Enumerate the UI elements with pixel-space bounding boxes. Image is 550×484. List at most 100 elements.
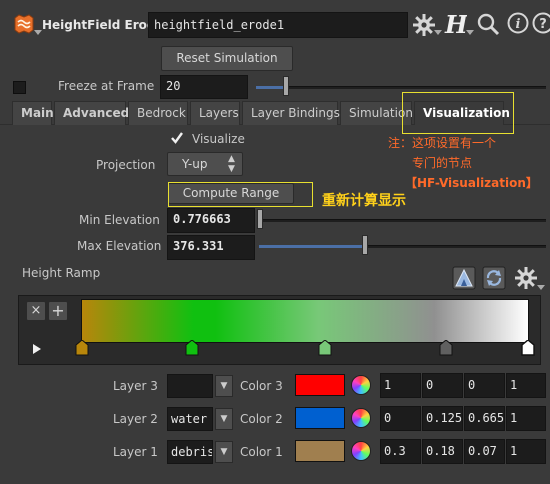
color-swatch[interactable] [295, 374, 345, 396]
color-r-field[interactable]: 1 [380, 373, 421, 398]
color-b-value: 0.665 [468, 411, 505, 425]
color-picker-icon[interactable] [351, 375, 371, 395]
ramp-key-2[interactable] [185, 339, 199, 356]
svg-text:i: i [516, 17, 521, 32]
node-name-field[interactable]: heightfield_erode1 [148, 12, 408, 38]
max-elevation-slider-handle[interactable] [362, 235, 368, 255]
svg-text:?: ? [539, 17, 547, 32]
color-a-value: 1 [510, 378, 518, 392]
play-icon[interactable] [33, 344, 41, 354]
annotation-box-visualization-tab [402, 92, 514, 134]
color-g-field[interactable]: 0 [422, 373, 463, 398]
houdini-h-icon[interactable]: H [443, 10, 469, 39]
up-down-arrows-icon: ▲ ▼ [228, 154, 235, 174]
tab-layer-bindings[interactable]: Layer Bindings [242, 101, 340, 125]
ramp-key-3[interactable] [318, 339, 332, 356]
color-swatch[interactable] [295, 440, 345, 462]
freeze-slider-fill [256, 86, 286, 89]
color-b-field[interactable]: 0 [464, 373, 505, 398]
color-b-field[interactable]: 0.07 [464, 439, 505, 464]
ramp-sync-icon[interactable] [482, 266, 506, 290]
ramp-preset-icon[interactable] [452, 266, 476, 290]
reset-simulation-button[interactable]: Reset Simulation [161, 46, 293, 71]
max-elevation-field[interactable]: 376.331 [167, 235, 255, 260]
color-b-field[interactable]: 0.665 [464, 406, 505, 431]
ramp-editor: × + [18, 295, 541, 365]
chevron-down-icon [34, 30, 42, 36]
annotation-note-line3: 【HF-Visualization】 [405, 176, 538, 190]
node-type-icon[interactable] [12, 12, 36, 36]
ramp-key-1[interactable] [75, 339, 89, 356]
color-a-field[interactable]: 1 [506, 439, 546, 464]
min-elevation-slider-track[interactable] [259, 219, 546, 222]
color-label: Color 3 [240, 379, 283, 393]
freeze-frame-field[interactable]: 20 [160, 75, 248, 99]
tab-main[interactable]: Main [12, 101, 54, 125]
annotation-box-compute-range [168, 182, 313, 207]
color-a-field[interactable]: 1 [506, 373, 546, 398]
projection-value: Y-up [182, 157, 208, 171]
color-label: Color 2 [240, 412, 283, 426]
chevron-down-icon [466, 30, 474, 35]
color-g-value: 0.18 [426, 444, 455, 458]
projection-label: Projection [96, 158, 156, 172]
visualize-label: Visualize [192, 132, 245, 146]
freeze-slider-track[interactable] [256, 86, 546, 89]
chevron-down-icon [537, 285, 545, 290]
color-label: Color 1 [240, 445, 283, 459]
color-b-value: 0.07 [468, 444, 497, 458]
color-b-value: 0 [468, 378, 476, 392]
color-g-field[interactable]: 0.18 [422, 439, 463, 464]
annotation-compute-note: 重新计算显示 [322, 193, 406, 209]
freeze-slider-handle[interactable] [283, 76, 289, 96]
info-icon[interactable]: i [507, 12, 529, 34]
gear-icon[interactable] [412, 13, 436, 37]
annotation-note-line2: 专门的节点 [412, 156, 473, 170]
layer-name-value: debris [171, 445, 213, 459]
tab-bedrock[interactable]: Bedrock [128, 101, 188, 125]
check-icon[interactable] [170, 131, 184, 145]
color-swatch[interactable] [295, 407, 345, 429]
node-header: HeightField Erode heightfield_erode1 H i… [0, 0, 550, 44]
layer-row: Layer 1 debris ▼ Color 1 0.3 0.18 0.07 1 [0, 438, 550, 466]
min-elevation-field[interactable]: 0.776663 [167, 208, 255, 233]
chevron-down-icon[interactable]: ▼ [215, 441, 233, 463]
node-name-text: heightfield_erode1 [154, 18, 285, 32]
height-ramp-label: Height Ramp [22, 266, 101, 280]
color-r-value: 0 [384, 411, 392, 425]
color-r-value: 1 [384, 378, 392, 392]
ramp-key-4[interactable] [439, 339, 453, 356]
layer-name-field[interactable] [167, 374, 213, 398]
color-r-value: 0.3 [384, 444, 406, 458]
tab-layers[interactable]: Layers [190, 101, 240, 125]
color-picker-icon[interactable] [351, 408, 371, 428]
help-icon[interactable]: ? [532, 12, 550, 34]
color-r-field[interactable]: 0.3 [380, 439, 421, 464]
max-elevation-value: 376.331 [173, 239, 224, 253]
color-picker-icon[interactable] [351, 441, 371, 461]
node-type-label: HeightField Erode [42, 18, 164, 32]
remove-key-button[interactable]: × [26, 301, 46, 321]
svg-text:H: H [444, 10, 467, 38]
chevron-down-icon[interactable]: ▼ [215, 375, 233, 397]
chevron-down-icon[interactable]: ▼ [215, 408, 233, 430]
layer-name-field[interactable]: water [167, 407, 213, 431]
max-elevation-slider-fill [259, 245, 364, 248]
min-elevation-label: Min Elevation [79, 213, 160, 227]
projection-dropdown[interactable]: Y-up ▲ ▼ [167, 152, 243, 176]
ramp-gradient-bar[interactable] [81, 299, 529, 343]
freeze-checkbox[interactable] [13, 81, 26, 94]
layer-name-field[interactable]: debris [167, 440, 213, 464]
color-r-field[interactable]: 0 [380, 406, 421, 431]
ramp-gear-icon[interactable] [514, 266, 538, 290]
min-elevation-slider-handle[interactable] [257, 209, 263, 229]
search-icon[interactable] [476, 12, 500, 36]
max-elevation-label: Max Elevation [77, 239, 162, 253]
ramp-key-5[interactable] [521, 339, 535, 356]
color-a-field[interactable]: 1 [506, 406, 546, 431]
tab-advanced[interactable]: Advanced [54, 101, 129, 125]
color-g-field[interactable]: 0.125 [422, 406, 463, 431]
add-key-button[interactable]: + [48, 301, 68, 321]
layer-label: Layer 1 [113, 445, 158, 459]
color-a-value: 1 [510, 444, 518, 458]
